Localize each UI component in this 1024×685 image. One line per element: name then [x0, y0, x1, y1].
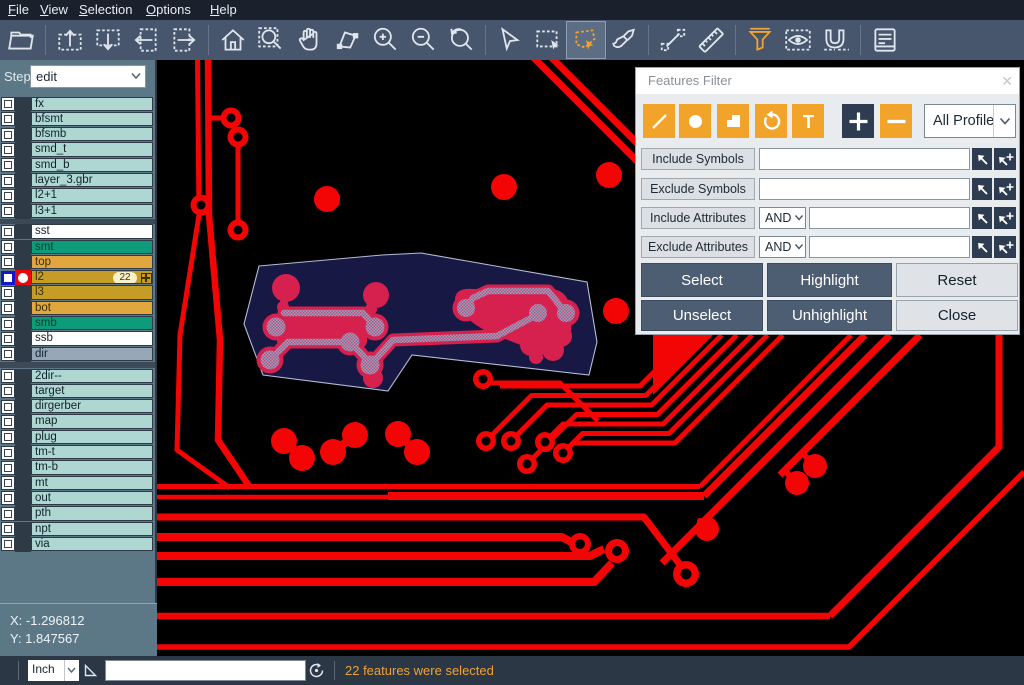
svg-text:T: T — [803, 112, 814, 132]
